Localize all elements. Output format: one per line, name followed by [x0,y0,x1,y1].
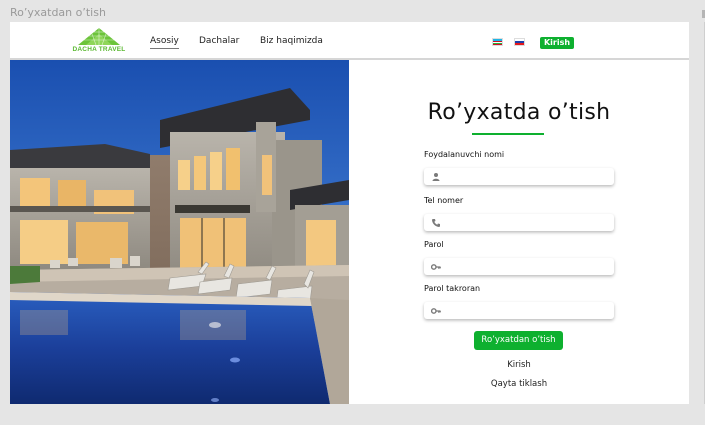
phone-icon [432,219,440,227]
register-button[interactable]: Ro’yxatdan o’tish [474,331,563,350]
hero-image [10,60,349,404]
registration-form: Ro’yxatda o’tish Foydalanuvchi nomi Tel … [349,60,689,404]
password-input[interactable] [446,259,606,274]
uz-flag-icon[interactable] [492,38,503,46]
phone-label: Tel nomer [424,196,464,205]
navbar: DACHA TRAVEL Asosiy Dachalar Biz haqimiz… [10,22,689,60]
title-underline [472,133,544,135]
phone-input[interactable] [446,215,606,230]
login-link[interactable]: Kirish [349,360,689,370]
password-repeat-input[interactable] [446,303,606,318]
key-icon [431,264,441,270]
nav-about[interactable]: Biz haqimizda [260,36,323,46]
ru-flag-icon[interactable] [514,38,525,46]
logo-text: DACHA TRAVEL [72,46,126,53]
house-with-pool-illustration [10,60,349,404]
password-repeat-field[interactable] [424,302,614,319]
logo[interactable]: DACHA TRAVEL [72,26,126,56]
key-icon [431,308,441,314]
form-title: Ro’yxatda o’tish [427,100,611,125]
phone-field[interactable] [424,214,614,231]
password-repeat-label: Parol takroran [424,284,481,293]
username-label: Foydalanuvchi nomi [424,150,505,159]
nav-home[interactable]: Asosiy [150,36,179,49]
recover-link[interactable]: Qayta tiklash [349,379,689,389]
username-field[interactable] [424,168,614,185]
user-icon [432,173,440,181]
header-login-button[interactable]: Kirish [540,37,574,49]
username-input[interactable] [446,169,606,184]
frame-label: Ro’yxatdan o’tish [10,6,106,19]
password-label: Parol [424,240,444,249]
logo-roof-icon [78,28,120,46]
password-field[interactable] [424,258,614,275]
nav-dachalar[interactable]: Dachalar [199,36,239,46]
page-frame: DACHA TRAVEL Asosiy Dachalar Biz haqimiz… [10,22,689,404]
